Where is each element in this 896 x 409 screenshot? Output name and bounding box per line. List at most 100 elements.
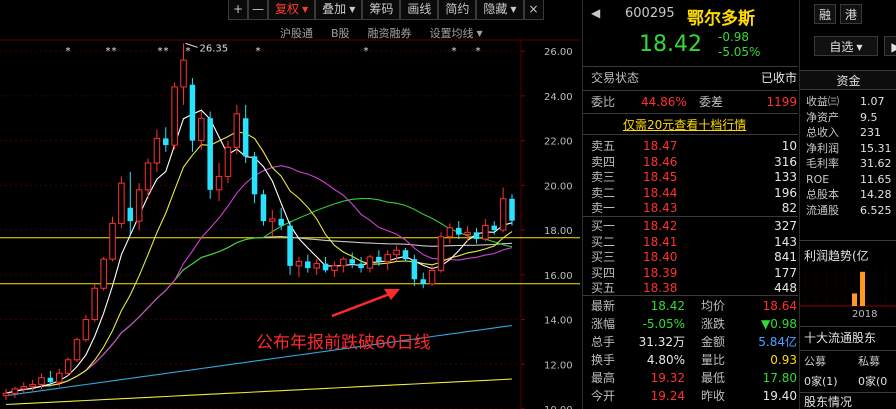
profit-trend-chart — [800, 266, 896, 307]
bid-level-row: 买四 18.39 177 — [591, 265, 797, 280]
fundamental-value: 11.65 — [860, 172, 892, 186]
candle-body — [437, 236, 445, 271]
stock-code: 600295 — [625, 6, 675, 21]
zoom-out-button[interactable]: — — [248, 0, 268, 20]
chart-panel[interactable]: 26.00 24.00 22.00 20.00 18.00 16.00 14.00 12.00… — [0, 0, 580, 409]
y-tick-label: 18.00 — [544, 226, 573, 237]
hsgt-link[interactable]: 沪股通 — [280, 25, 313, 41]
candle-body — [322, 263, 329, 271]
candle-body — [455, 227, 462, 235]
ask-level-row: 卖四 18.46 316 — [591, 154, 797, 169]
watchlist-dropdown[interactable]: 自选 ▼ — [814, 36, 878, 56]
divider — [800, 392, 896, 393]
fundamental-label: 总收入 — [806, 126, 839, 139]
close-icon[interactable]: × — [523, 0, 544, 20]
candle-body — [376, 256, 382, 262]
fundamental-label: 收益㈢ — [806, 95, 839, 108]
y-tick-label: 16.00 — [544, 271, 573, 282]
prev-stock-icon[interactable]: ◀ — [591, 6, 600, 20]
overlay-dropdown[interactable]: 叠加 ▼ — [315, 0, 363, 20]
bid-level-row: 买三 18.40 841 — [591, 250, 797, 264]
candle-body — [411, 259, 418, 280]
event-marker-icon: * — [158, 46, 163, 57]
candle-body — [305, 261, 311, 269]
candle-body — [153, 137, 161, 164]
profit-year-label: 2018 — [852, 309, 878, 320]
next-stock-button[interactable]: ▶ — [884, 36, 896, 56]
profit-bar — [852, 293, 857, 306]
chips-button[interactable]: 筹码 — [362, 0, 401, 20]
simple-mode-button[interactable]: 简约 — [438, 0, 477, 20]
candle-body — [100, 258, 107, 289]
candle-body — [198, 117, 205, 142]
fundamental-value: 231 — [860, 126, 881, 139]
profit-bar — [860, 271, 865, 306]
candle-body — [251, 156, 258, 195]
side-panel: 融 港 自选▼ ▶ 资金 收益㈢ 1.07 净资产 9.5 总收入 231 净利润 15.31… — [799, 0, 896, 409]
stats-row: 最新 18.42 均价 18.64 — [591, 299, 797, 313]
margin-tag[interactable]: 融 — [814, 4, 836, 24]
candle-body — [482, 225, 489, 240]
divider — [800, 350, 896, 351]
candle-body — [82, 319, 90, 341]
stats-row: 涨幅 -5.05% 涨跌 ▼0.98 — [591, 317, 797, 331]
draw-line-button[interactable]: 画线 — [400, 0, 439, 20]
hk-connect-tag[interactable]: 港 — [840, 4, 862, 24]
chevron-down-icon: ▼ — [349, 5, 356, 14]
ma-settings-dropdown[interactable]: 设置均线 ▼ — [430, 25, 483, 41]
candle-body — [180, 59, 187, 88]
ma-60-line — [5, 235, 513, 394]
last-price: 18.42 — [639, 32, 702, 57]
tab-capital[interactable]: 资金 — [800, 70, 896, 90]
margin-trading-link[interactable]: 融资融券 — [368, 25, 412, 41]
y-tick-label: 20.00 — [544, 181, 573, 192]
divider — [583, 216, 798, 217]
stats-row: 最高 19.32 最低 17.80 — [591, 371, 797, 385]
candle-body — [473, 232, 480, 240]
candle-body — [349, 259, 355, 264]
candle-body — [295, 260, 303, 267]
candle-body — [64, 359, 72, 374]
b-share-link[interactable]: B股 — [331, 25, 350, 41]
fundamental-value: 31.62 — [860, 157, 892, 170]
event-marker-icon: * — [106, 46, 111, 57]
event-marker-icon: * — [256, 46, 261, 57]
zoom-in-button[interactable]: + — [228, 0, 248, 20]
candle-body — [118, 182, 125, 224]
bid-level-row: 买一 18.42 327 — [591, 219, 797, 233]
candle-body — [135, 189, 143, 222]
hide-dropdown[interactable]: 隐藏 ▼ — [476, 0, 524, 20]
event-marker-icon: * — [452, 46, 457, 57]
fundamental-value: 6.525 — [860, 203, 892, 217]
fundamental-label: 净利润 — [806, 141, 839, 155]
candle-body — [402, 250, 409, 260]
holders-footer[interactable]: 股东情况 — [804, 396, 852, 408]
trade-status-row: 交易状态 已收市 — [591, 71, 797, 85]
annotation-arrow — [331, 290, 396, 318]
stats-row: 总手 31.32万 金额 5.84亿 — [591, 335, 797, 349]
candle-body — [499, 198, 507, 231]
candle-body — [340, 258, 347, 267]
candle-body — [428, 269, 436, 285]
chart-subtoolbar: 沪股通 B股 融资融券 设置均线 ▼ — [280, 25, 483, 41]
level2-promo-link[interactable]: 仅需20元查看十档行情 — [623, 116, 746, 133]
y-tick-label: 14.00 — [544, 316, 573, 327]
chevron-down-icon: ▼ — [476, 29, 483, 38]
candle-body — [260, 194, 267, 222]
bid-level-row: 买二 18.41 143 — [591, 234, 797, 249]
divider — [583, 66, 798, 67]
y-tick-label: 10.00 — [544, 405, 573, 409]
y-tick-label: 26.00 — [544, 47, 573, 58]
fuquan-dropdown[interactable]: 复权 ▼ — [268, 0, 316, 20]
divider — [583, 113, 798, 114]
candle-body — [189, 84, 196, 141]
chevron-down-icon: ▼ — [302, 5, 309, 14]
fundamental-label: 流通股 — [806, 203, 839, 217]
ma-20-line — [5, 165, 513, 394]
kline-chart[interactable]: 26.00 24.00 22.00 20.00 18.00 16.00 14.00 12.00… — [0, 0, 580, 409]
divider — [583, 295, 798, 296]
candle-body — [144, 162, 152, 191]
candle-body — [11, 388, 19, 394]
bid-ask-ratio-row: 委比 44.86% 委差 1199 — [591, 95, 797, 109]
divider — [800, 240, 896, 241]
